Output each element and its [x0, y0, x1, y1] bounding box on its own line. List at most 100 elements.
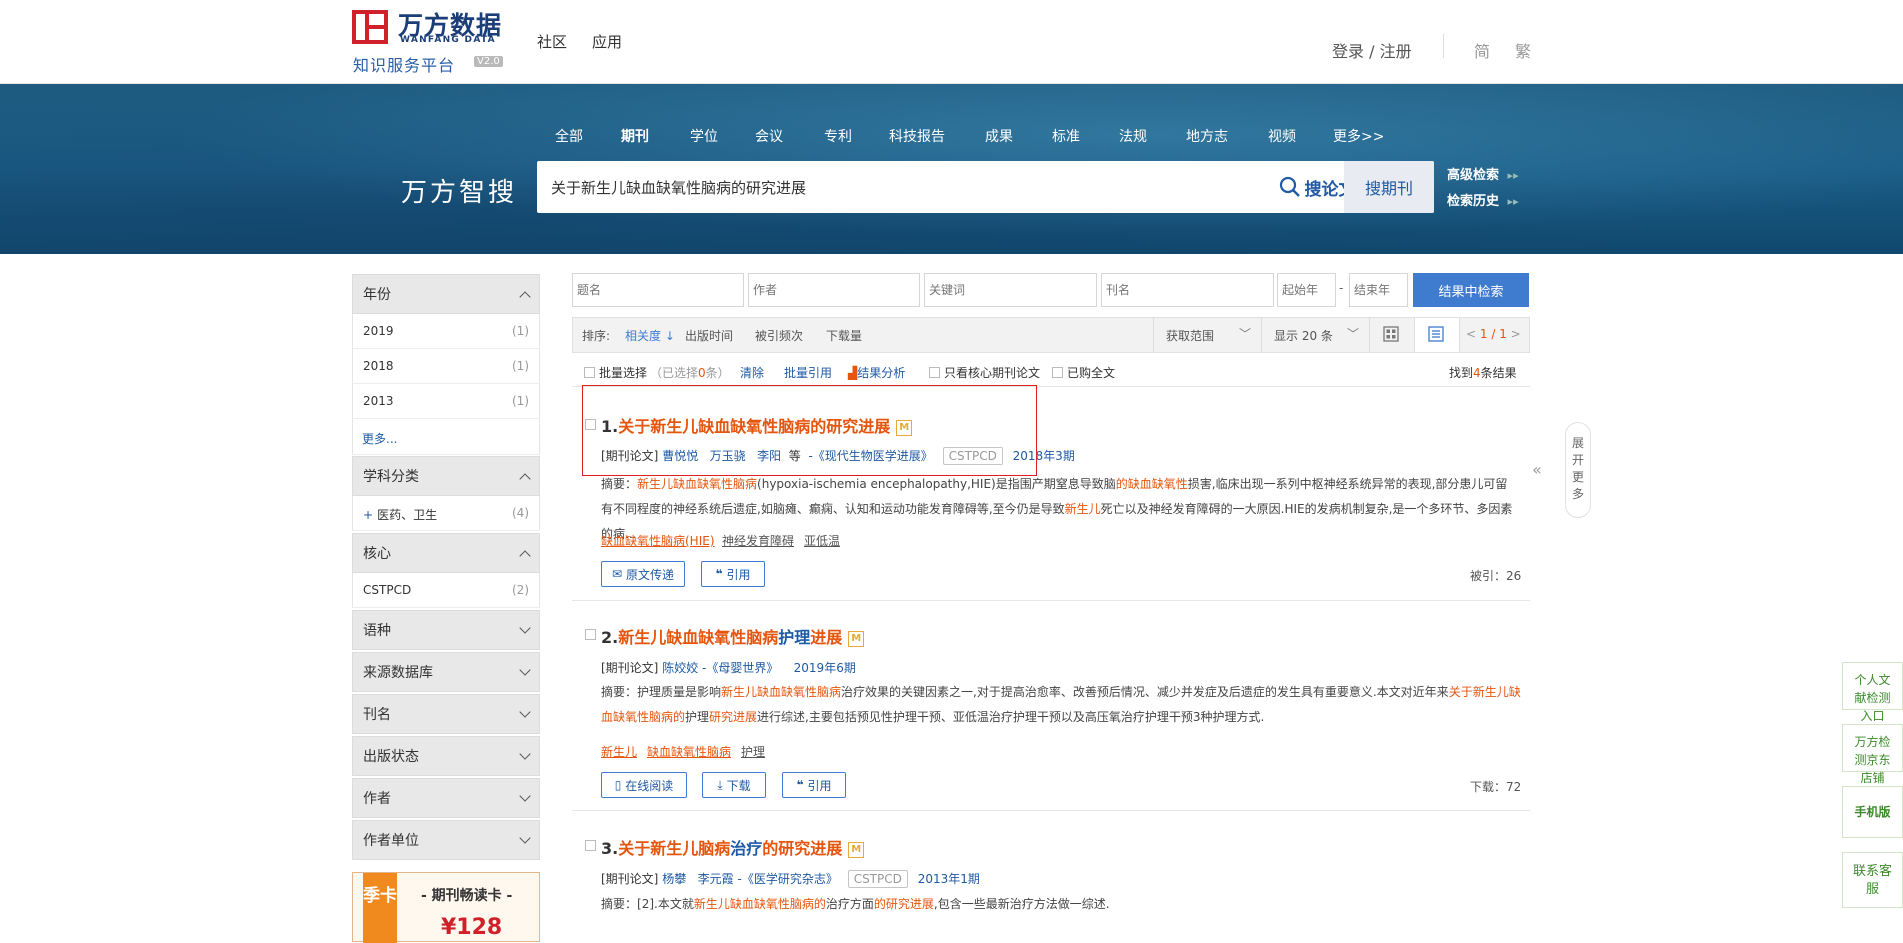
filter-pub-status-header[interactable]: 出版状态 [352, 736, 540, 776]
issue-link[interactable]: 2019年6期 [794, 661, 856, 675]
lang-traditional[interactable]: 繁 [1515, 38, 1531, 62]
search-input[interactable] [551, 161, 1231, 213]
expand-more-button[interactable]: 展 开 更 多 [1565, 422, 1591, 518]
tab-tech-report[interactable]: 科技报告 [889, 126, 945, 146]
more-years-link[interactable]: 更多... [362, 430, 397, 447]
tab-patent[interactable]: 专利 [824, 126, 852, 146]
issue-link[interactable]: 2013年1期 [918, 872, 980, 886]
next-page-icon[interactable]: > [1511, 327, 1521, 341]
purchased-only-checkbox[interactable]: 已购全文 [1052, 364, 1115, 381]
tab-standard[interactable]: 标准 [1052, 126, 1080, 146]
filter-author-header[interactable]: 作者 [352, 778, 540, 818]
keyword-link[interactable]: 神经发育障碍 [722, 532, 794, 549]
author-link[interactable]: 陈姣姣 [662, 661, 698, 675]
personal-check-entry[interactable]: 个人文献检测入口 [1842, 662, 1903, 723]
mobile-version-link[interactable]: 手机版 [1842, 786, 1903, 838]
result-checkbox[interactable] [585, 629, 596, 640]
checkbox[interactable] [1052, 367, 1063, 378]
advanced-search-link[interactable]: 高级检索 ▸▸ [1447, 164, 1519, 183]
filter-journal-header[interactable]: 刊名 [352, 694, 540, 734]
journal-link[interactable]: -《母婴世界》 [702, 661, 778, 675]
journal-card-promo[interactable]: 季卡 - 期刊畅读卡 - ¥128 [352, 872, 540, 943]
result-analysis-link[interactable]: ▟结果分析 [848, 364, 905, 381]
keyword-link[interactable]: 缺血缺氧性脑病 [647, 743, 731, 760]
keyword-link[interactable]: 新生儿 [601, 743, 637, 760]
filter-year-item[interactable]: 2013 (1) [352, 384, 540, 419]
tab-video[interactable]: 视频 [1268, 126, 1296, 146]
core-journal-only-checkbox[interactable]: 只看核心期刊论文 [929, 364, 1040, 381]
prev-page-icon[interactable]: < [1466, 327, 1476, 341]
cite-button[interactable]: ❝ 引用 [782, 772, 846, 798]
double-chevron-left-icon[interactable]: « [1532, 460, 1542, 479]
book-icon: ▯ [614, 778, 622, 792]
tab-achievement[interactable]: 成果 [985, 126, 1013, 146]
contact-service-button[interactable]: 联系客服 [1842, 852, 1903, 908]
filter-source-db-header[interactable]: 来源数据库 [352, 652, 540, 692]
filter-year-item[interactable]: 2019 (1) [352, 314, 540, 349]
download-button[interactable]: ⤓ 下载 [702, 772, 766, 798]
tab-local-chronicle[interactable]: 地方志 [1186, 126, 1228, 146]
read-online-button[interactable]: ▯ 在线阅读 [601, 772, 687, 798]
chevron-down-icon [519, 748, 531, 760]
author-filter-input[interactable] [748, 273, 920, 307]
chevron-down-icon [519, 790, 531, 802]
result-title[interactable]: 2.新生儿缺血缺氧性脑病护理进展 M [601, 624, 865, 648]
filter-year-header[interactable]: 年份 [352, 274, 540, 314]
journal-filter-input[interactable] [1101, 273, 1274, 307]
tab-conference[interactable]: 会议 [755, 126, 783, 146]
filter-core-header[interactable]: 核心 [352, 533, 540, 573]
filter-core-item[interactable]: CSTPCD (2) [352, 573, 540, 608]
filter-subject-item[interactable]: + 医药、卫生 (4) [352, 496, 540, 531]
filter-affiliation-header[interactable]: 作者单位 [352, 820, 540, 860]
batch-cite-link[interactable]: 批量引用 [784, 364, 832, 381]
page-size-dropdown[interactable]: 显示 20 条 ﹀ [1261, 318, 1369, 352]
title-filter-input[interactable] [572, 273, 744, 307]
doc-type: [期刊论文] [601, 661, 659, 675]
filter-language-header[interactable]: 语种 [352, 610, 540, 650]
keyword-link[interactable]: 护理 [741, 743, 765, 760]
tab-law[interactable]: 法规 [1119, 126, 1147, 146]
keyword-filter-input[interactable] [924, 273, 1097, 307]
highlight-annotation-box [582, 385, 1037, 476]
sort-downloads[interactable]: 下载量 [826, 327, 862, 344]
grid-view-toggle[interactable] [1369, 318, 1414, 352]
sort-pub-time[interactable]: 出版时间 [685, 327, 733, 344]
double-chevron-icon: ▸▸ [1507, 169, 1519, 182]
chevron-down-icon [519, 622, 531, 634]
checkbox[interactable] [584, 367, 595, 378]
cite-button[interactable]: ❝ 引用 [701, 561, 765, 587]
filter-year-item[interactable]: 2018 (1) [352, 349, 540, 384]
wanfang-logo-icon[interactable] [352, 10, 388, 44]
document-delivery-button[interactable]: ✉ 原文传递 [601, 561, 685, 587]
access-scope-dropdown[interactable]: 获取范围 ﹀ [1153, 318, 1261, 352]
jd-store-link[interactable]: 万方检测京东店铺 [1842, 724, 1903, 785]
tab-journal[interactable]: 期刊 [621, 126, 649, 146]
batch-select-checkbox[interactable]: 批量选择 [584, 364, 647, 381]
nav-apps[interactable]: 应用 [592, 31, 622, 52]
author-link[interactable]: 李元霞 [698, 872, 734, 886]
search-history-link[interactable]: 检索历史 ▸▸ [1447, 190, 1519, 209]
login-register-link[interactable]: 登录 / 注册 [1332, 38, 1412, 62]
grid-icon [1383, 326, 1399, 342]
end-year-input[interactable] [1349, 273, 1408, 307]
search-journals-button[interactable]: 搜期刊 [1344, 161, 1434, 213]
filter-subject-header[interactable]: 学科分类 [352, 456, 540, 496]
keyword-link[interactable]: 缺血缺氧性脑病(HIE) [601, 532, 715, 549]
journal-link[interactable]: -《医学研究杂志》 [738, 872, 838, 886]
keyword-link[interactable]: 亚低温 [804, 532, 840, 549]
sort-cited[interactable]: 被引频次 [755, 327, 803, 344]
author-link[interactable]: 杨攀 [662, 872, 686, 886]
tab-more[interactable]: 更多>> [1333, 126, 1384, 146]
start-year-input[interactable] [1277, 273, 1336, 307]
result-title[interactable]: 3.关于新生儿脑病治疗的研究进展 M [601, 835, 865, 859]
checkbox[interactable] [929, 367, 940, 378]
tab-degree[interactable]: 学位 [690, 126, 718, 146]
result-checkbox[interactable] [585, 840, 596, 851]
search-in-results-button[interactable]: 结果中检索 [1413, 273, 1529, 307]
lang-simplified[interactable]: 简 [1474, 38, 1490, 62]
clear-selection-link[interactable]: 清除 [740, 364, 764, 381]
tab-all[interactable]: 全部 [555, 126, 583, 146]
nav-community[interactable]: 社区 [537, 31, 567, 52]
list-view-toggle[interactable] [1414, 318, 1459, 352]
sort-relevance[interactable]: 相关度 ↓ [625, 327, 675, 344]
